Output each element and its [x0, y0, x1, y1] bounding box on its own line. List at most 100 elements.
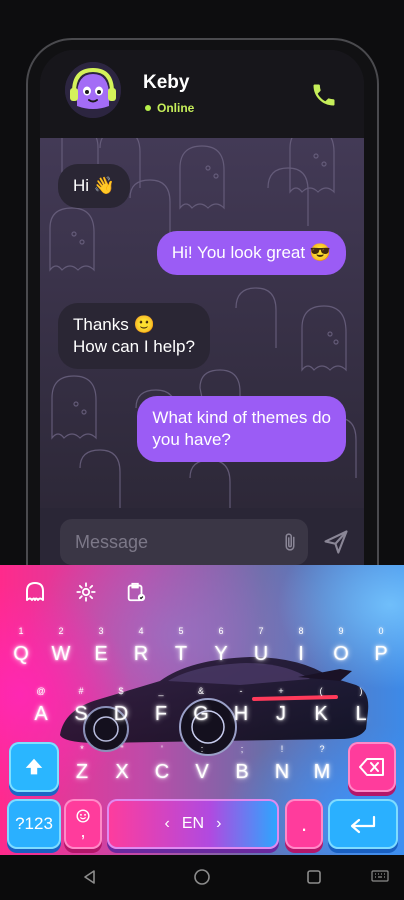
key-hint: (	[319, 686, 323, 696]
key-label: P	[374, 642, 388, 665]
status-row: Online	[145, 101, 194, 115]
call-button[interactable]	[308, 79, 340, 111]
key-label: F	[154, 702, 168, 725]
paperclip-icon[interactable]	[280, 532, 300, 552]
message-input[interactable]	[60, 519, 308, 565]
key-u[interactable]: 7U	[242, 623, 280, 673]
comma-label: ,	[80, 821, 86, 841]
chevron-right-icon: ›	[216, 815, 222, 832]
key-e[interactable]: 3E	[82, 623, 120, 673]
key-b[interactable]: ; B	[223, 741, 261, 791]
system-nav-bar	[0, 855, 404, 900]
key-hint: &	[197, 686, 204, 696]
key-label: A	[34, 702, 48, 725]
key-label: W	[51, 642, 71, 665]
key-c[interactable]: ' C	[143, 741, 181, 791]
message-text-line: What kind of themes do	[152, 408, 331, 427]
key-f[interactable]: _ F	[142, 683, 180, 733]
key-o[interactable]: 9O	[322, 623, 360, 673]
chat-area: Hi 👋 Hi! You look great 😎 Thanks 🙂 How c…	[40, 138, 364, 508]
key-hint: 0	[378, 626, 384, 636]
key-hint: 7	[258, 626, 264, 636]
key-hint: $	[118, 686, 124, 696]
period-key[interactable]: .	[285, 799, 323, 849]
home-circle-icon	[194, 869, 210, 885]
key-label: V	[195, 760, 209, 783]
message-composer	[40, 508, 364, 570]
key-label: K	[314, 702, 328, 725]
key-q[interactable]: 1Q	[2, 623, 40, 673]
key-hint: 6	[218, 626, 224, 636]
send-icon[interactable]	[322, 528, 350, 556]
key-l[interactable]: ) L	[342, 683, 380, 733]
message-text: Hi 👋	[73, 176, 115, 195]
key-g[interactable]: & G	[182, 683, 220, 733]
recents-button[interactable]	[304, 867, 324, 887]
key-label: C	[154, 760, 170, 783]
key-t[interactable]: 5T	[162, 623, 200, 673]
key-hint: 1	[18, 626, 24, 636]
key-n[interactable]: ! N	[263, 741, 301, 791]
key-x[interactable]: " X	[103, 741, 141, 791]
key-label: I	[298, 642, 304, 665]
key-hint: _	[158, 686, 164, 696]
backspace-key[interactable]	[348, 742, 396, 792]
settings-button[interactable]	[73, 579, 99, 605]
message-bubble-outgoing[interactable]: What kind of themes do you have?	[137, 396, 346, 462]
home-button[interactable]	[192, 867, 212, 887]
key-i[interactable]: 8I	[282, 623, 320, 673]
theme-button[interactable]	[22, 579, 48, 605]
key-label: E	[94, 642, 108, 665]
clipboard-button[interactable]	[123, 579, 149, 605]
enter-key[interactable]	[328, 799, 398, 849]
shift-key[interactable]	[9, 742, 59, 792]
key-hint: 2	[58, 626, 64, 636]
key-hint: )	[359, 686, 363, 696]
key-a[interactable]: @ A	[22, 683, 60, 733]
key-s[interactable]: # S	[62, 683, 100, 733]
key-y[interactable]: 6Y	[202, 623, 240, 673]
message-text-line: you have?	[152, 430, 231, 449]
backspace-icon	[359, 758, 384, 776]
message-text-line: How can I help?	[73, 337, 195, 356]
key-label: R	[133, 642, 149, 665]
key-p[interactable]: 0P	[362, 623, 400, 673]
key-label: Z	[75, 760, 89, 783]
key-label: Y	[214, 642, 228, 665]
contact-avatar[interactable]	[65, 62, 121, 118]
language-label: EN	[181, 815, 205, 832]
key-r[interactable]: 4R	[122, 623, 160, 673]
message-text-line: Thanks 🙂	[73, 315, 155, 334]
keyboard-switch-button[interactable]	[370, 867, 390, 887]
key-hint: ?	[319, 744, 325, 754]
key-hint: :	[200, 744, 204, 754]
key-hint: "	[120, 744, 124, 754]
online-dot-icon	[145, 105, 151, 111]
key-hint: #	[78, 686, 84, 696]
key-hint: @	[36, 686, 46, 696]
numbers-key[interactable]: ?123	[7, 799, 61, 849]
key-hint: 5	[178, 626, 184, 636]
key-m[interactable]: ? M	[303, 741, 341, 791]
message-bubble-incoming[interactable]: Hi 👋	[58, 164, 130, 208]
emoji-comma-key[interactable]: ,	[64, 799, 102, 849]
key-w[interactable]: 2W	[42, 623, 80, 673]
key-label: L	[355, 702, 367, 725]
key-label: G	[193, 702, 209, 725]
key-v[interactable]: :V	[183, 741, 221, 791]
contact-name: Keby	[143, 72, 190, 93]
key-z[interactable]: * Z	[63, 741, 101, 791]
chevron-left-icon: ‹	[164, 815, 170, 832]
back-button[interactable]	[80, 867, 100, 887]
key-j[interactable]: + J	[262, 683, 300, 733]
message-bubble-incoming[interactable]: Thanks 🙂 How can I help?	[58, 303, 210, 369]
key-k[interactable]: (K	[302, 683, 340, 733]
space-key[interactable]: ‹ EN ›	[107, 799, 279, 849]
status-text: Online	[157, 101, 195, 115]
key-d[interactable]: $ D	[102, 683, 140, 733]
message-bubble-outgoing[interactable]: Hi! You look great 😎	[156, 231, 346, 275]
key-hint: 4	[138, 626, 144, 636]
key-hint: +	[278, 686, 284, 696]
key-h[interactable]: -H	[222, 683, 260, 733]
keyboard-toolbar	[0, 565, 404, 617]
